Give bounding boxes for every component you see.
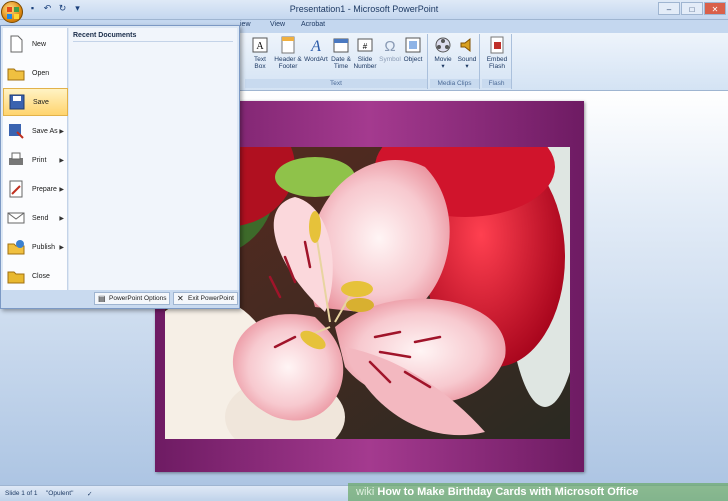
text-box-icon: A — [252, 37, 268, 53]
svg-text:A: A — [310, 38, 321, 54]
symbol-button[interactable]: Ω Symbol — [379, 36, 401, 63]
film-reel-icon — [435, 37, 451, 53]
new-document-icon — [10, 35, 23, 53]
menu-item-print[interactable]: Print ▶ — [3, 146, 68, 174]
wikihow-watermark: wiki How to Make Birthday Cards with Mic… — [348, 483, 728, 501]
object-button[interactable]: Object — [402, 36, 424, 63]
send-icon — [7, 212, 25, 224]
close-window-button[interactable]: ✕ — [704, 2, 726, 15]
window-controls: – □ ✕ — [658, 2, 726, 15]
window-title: Presentation1 - Microsoft PowerPoint — [289, 4, 439, 14]
submenu-arrow-icon: ▶ — [59, 215, 64, 222]
title-bar: ▪ ↶ ↻ ▾ Presentation1 - Microsoft PowerP… — [0, 0, 728, 20]
powerpoint-options-button[interactable]: ▤ PowerPoint Options — [94, 292, 171, 305]
svg-text:Ω: Ω — [384, 38, 395, 54]
wordart-button[interactable]: A WordArt — [303, 36, 329, 63]
media-clips-label: Media Clips — [430, 79, 479, 88]
printer-icon — [9, 152, 23, 165]
flash-icon — [490, 36, 504, 54]
slide-number-button[interactable]: # Slide Number — [353, 36, 377, 70]
submenu-arrow-icon: ▶ — [59, 128, 64, 135]
slide-number-icon: # — [357, 38, 373, 52]
submenu-arrow-icon: ▶ — [59, 157, 64, 164]
save-as-icon — [9, 124, 24, 139]
maximize-button[interactable]: □ — [681, 2, 703, 15]
spell-check-icon[interactable]: ✓ — [87, 490, 92, 498]
recent-documents-panel: Recent Documents — [69, 28, 237, 290]
movie-button[interactable]: Movie ▾ — [432, 36, 454, 70]
publish-icon — [7, 240, 25, 255]
wordart-icon: A — [310, 38, 321, 54]
media-clips-group: Movie ▾ Sound ▾ Media Clips — [430, 34, 480, 89]
submenu-arrow-icon: ▶ — [59, 186, 64, 193]
text-box-button[interactable]: A Text Box — [249, 36, 271, 70]
slide-count: Slide 1 of 1 — [5, 490, 38, 497]
menu-item-open[interactable]: Open — [3, 59, 68, 87]
theme-name: "Opulent" — [46, 490, 74, 497]
tab-review[interactable]: iew — [240, 21, 251, 28]
menu-item-close[interactable]: Close — [3, 262, 68, 290]
office-logo-icon — [7, 7, 19, 19]
header-footer-button[interactable]: Header & Footer — [273, 36, 303, 70]
menu-item-prepare[interactable]: Prepare ▶ — [3, 175, 68, 203]
menu-item-save[interactable]: Save — [3, 88, 68, 116]
submenu-arrow-icon: ▶ — [59, 244, 64, 251]
office-menu-commands: New Open Save Save As ▶ Print ▶ Prepare ▶ S… — [3, 28, 68, 290]
svg-text:#: # — [363, 42, 368, 51]
sound-button[interactable]: Sound ▾ — [456, 36, 478, 70]
menu-item-publish[interactable]: Publish ▶ — [3, 233, 68, 261]
save-disk-icon — [9, 94, 25, 110]
menu-item-send[interactable]: Send ▶ — [3, 204, 68, 232]
menu-item-save-as[interactable]: Save As ▶ — [3, 117, 68, 145]
text-group-label: Text — [245, 79, 427, 88]
menu-item-new[interactable]: New — [3, 30, 68, 58]
header-footer-icon — [281, 36, 295, 54]
exit-powerpoint-button[interactable]: ✕ Exit PowerPoint — [173, 292, 238, 305]
close-folder-icon — [7, 271, 25, 284]
object-icon — [405, 37, 421, 53]
office-button[interactable] — [1, 1, 23, 23]
exit-icon: ✕ — [177, 293, 184, 303]
omega-symbol-icon: Ω — [384, 38, 395, 54]
flash-label: Flash — [482, 79, 511, 88]
recent-documents-title: Recent Documents — [73, 32, 233, 42]
office-menu: New Open Save Save As ▶ Print ▶ Prepare ▶ S… — [0, 25, 240, 309]
prepare-icon — [9, 180, 23, 198]
tab-view[interactable]: View — [270, 21, 285, 28]
date-time-button[interactable]: Date & Time — [330, 36, 352, 70]
open-folder-icon — [7, 68, 25, 81]
office-menu-footer: ▤ PowerPoint Options ✕ Exit PowerPoint — [1, 290, 239, 308]
tab-acrobat[interactable]: Acrobat — [301, 21, 325, 28]
text-group: A Text Box Header & Footer A WordArt Date … — [245, 34, 428, 89]
calendar-icon — [333, 38, 349, 53]
speaker-icon — [460, 37, 471, 53]
flash-group: Embed Flash Flash — [482, 34, 512, 89]
embed-flash-button[interactable]: Embed Flash — [484, 36, 510, 70]
svg-text:A: A — [256, 41, 264, 52]
options-icon: ▤ — [98, 293, 106, 303]
minimize-button[interactable]: – — [658, 2, 680, 15]
